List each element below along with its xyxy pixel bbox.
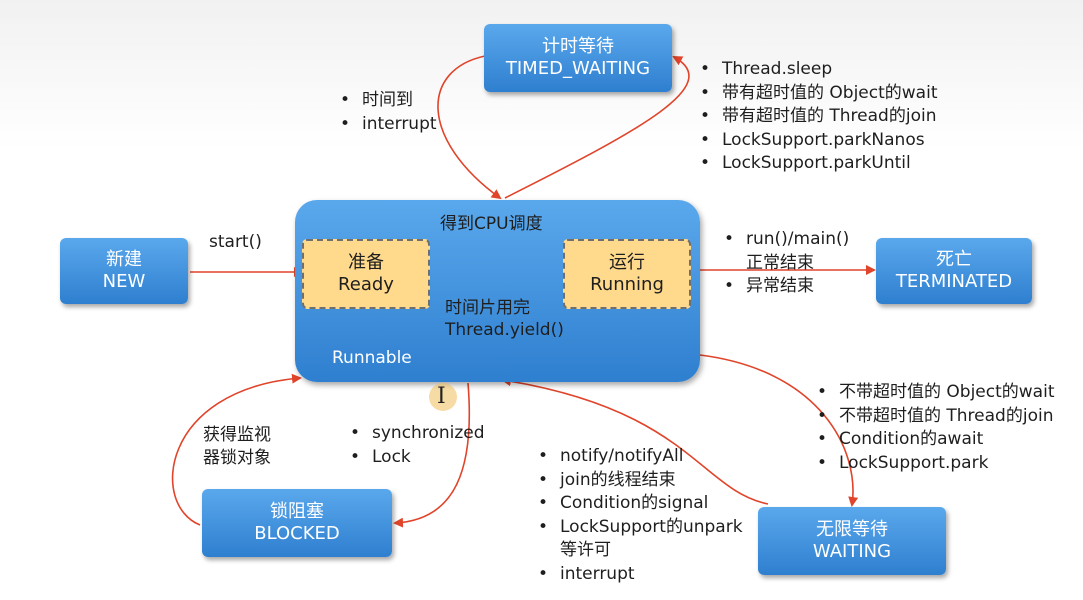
list-item: interrupt: [534, 563, 743, 587]
state-ready-cn: 准备: [348, 252, 384, 273]
list-item: LockSupport.park: [813, 452, 1054, 476]
state-waiting-cn: 无限等待: [816, 519, 888, 540]
list-item-line: 正常结束: [746, 252, 814, 273]
list-item: Thread.sleep: [696, 58, 937, 82]
list-item-line: 等许可: [560, 540, 611, 560]
to-waiting-list: 不带超时值的 Object的wait 不带超时值的 Thread的join Co…: [813, 381, 1054, 475]
state-terminated: 死亡 TERMINATED: [876, 238, 1032, 304]
state-timed-waiting-en: TIMED_WAITING: [505, 58, 651, 79]
state-timed-waiting: 计时等待 TIMED_WAITING: [484, 24, 672, 92]
list-item: join的线程结束: [534, 469, 743, 493]
state-waiting: 无限等待 WAITING: [758, 507, 946, 575]
time-slice-label: 时间片用完: [445, 298, 530, 318]
state-running-en: Running: [590, 274, 664, 295]
state-blocked: 锁阻塞 BLOCKED: [202, 489, 392, 557]
list-item: LockSupport.parkNanos: [696, 129, 937, 153]
list-item: Condition的signal: [534, 492, 743, 516]
terminate-list: run()/main() 正常结束 异常结束: [720, 228, 849, 299]
state-running-cn: 运行: [609, 252, 645, 273]
list-item: 时间到: [336, 89, 437, 113]
list-item: 不带超时值的 Thread的join: [813, 405, 1054, 429]
state-ready: 准备 Ready: [302, 239, 430, 309]
thread-yield-label: Thread.yield(): [445, 320, 564, 340]
list-item: 异常结束: [720, 275, 849, 299]
list-item-line: LockSupport的unpark: [560, 516, 743, 537]
list-item: notify/notifyAll: [534, 445, 743, 469]
state-timed-waiting-cn: 计时等待: [542, 36, 614, 57]
to-blocked-list: synchronized Lock: [346, 422, 485, 469]
list-item: LockSupport的unpark 等许可: [534, 516, 743, 563]
start-label: start(): [209, 232, 262, 252]
list-item: synchronized: [346, 422, 485, 446]
list-item: 不带超时值的 Object的wait: [813, 381, 1054, 405]
state-new: 新建 NEW: [60, 238, 188, 304]
list-item-line: 异常结束: [746, 276, 814, 296]
state-blocked-en: BLOCKED: [254, 523, 340, 544]
acquire-lock-label-2: 器锁对象: [203, 448, 271, 468]
list-item: 带有超时值的 Thread的join: [696, 105, 937, 129]
list-item: run()/main() 正常结束: [720, 228, 849, 275]
state-ready-en: Ready: [338, 274, 394, 295]
to-timed-waiting-list: Thread.sleep 带有超时值的 Object的wait 带有超时值的 T…: [696, 58, 937, 176]
list-item: interrupt: [336, 113, 437, 137]
timeout-return-list: 时间到 interrupt: [336, 89, 437, 136]
list-item: Lock: [346, 446, 485, 470]
runnable-label: Runnable: [332, 348, 412, 368]
list-item: Condition的await: [813, 428, 1054, 452]
list-item-line: run()/main(): [746, 229, 850, 249]
wake-up-list: notify/notifyAll join的线程结束 Condition的sig…: [534, 445, 743, 586]
list-item: 带有超时值的 Object的wait: [696, 82, 937, 106]
acquire-lock-label-1: 获得监视: [203, 425, 271, 445]
state-waiting-en: WAITING: [812, 541, 892, 562]
list-item: LockSupport.parkUntil: [696, 152, 937, 176]
text-cursor-icon: I: [437, 384, 446, 409]
state-terminated-en: TERMINATED: [895, 271, 1013, 292]
state-blocked-cn: 锁阻塞: [270, 501, 324, 522]
state-running: 运行 Running: [563, 239, 691, 309]
state-terminated-cn: 死亡: [936, 249, 972, 270]
state-new-cn: 新建: [106, 249, 142, 270]
cpu-scheduled-label: 得到CPU调度: [440, 214, 543, 234]
state-new-en: NEW: [102, 271, 146, 292]
